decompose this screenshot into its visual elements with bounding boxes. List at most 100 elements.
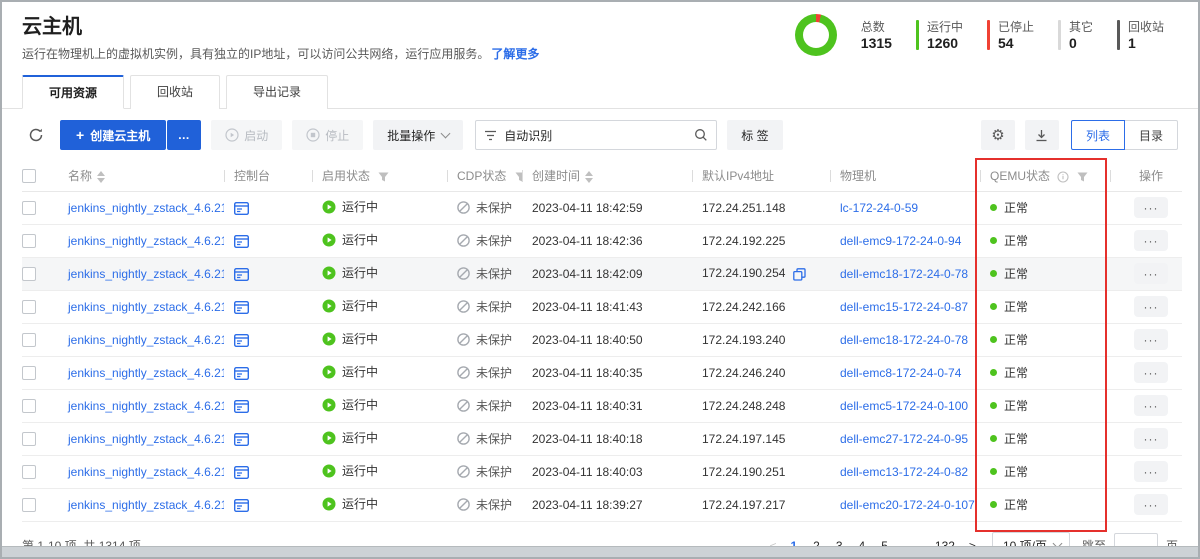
host-link[interactable]: dell-emc27-172-24-0-95 xyxy=(840,432,968,446)
prev-page-button[interactable]: < xyxy=(763,539,782,547)
row-actions-button[interactable]: ··· xyxy=(1134,395,1168,416)
vm-name-link[interactable]: jenkins_nightly_zstack_4.6.21_c79_l... xyxy=(68,465,224,479)
download-icon xyxy=(1035,129,1048,142)
page-number[interactable]: 132 xyxy=(929,539,961,547)
cdp-state-badge: 未保护 xyxy=(457,496,512,513)
console-icon[interactable] xyxy=(234,268,249,281)
host-link[interactable]: dell-emc18-172-24-0-78 xyxy=(840,267,968,281)
page-size-select[interactable]: 10 项/页 xyxy=(992,532,1070,547)
refresh-button[interactable] xyxy=(22,123,50,147)
vm-name-link[interactable]: jenkins_nightly_zstack_4.6.21_c79_l... xyxy=(68,267,224,281)
console-icon[interactable] xyxy=(234,400,249,413)
host-link[interactable]: dell-emc9-172-24-0-94 xyxy=(840,234,961,248)
create-vm-button[interactable]: +创建云主机 xyxy=(60,120,166,150)
create-vm-more-button[interactable]: … xyxy=(167,120,201,150)
refresh-icon xyxy=(28,127,44,143)
sort-icon xyxy=(585,171,593,183)
stat-bar xyxy=(1058,20,1061,50)
console-icon[interactable] xyxy=(234,301,249,314)
jump-page-input[interactable] xyxy=(1114,533,1158,547)
start-vm-button[interactable]: 启动 xyxy=(211,120,282,150)
host-link[interactable]: dell-emc20-172-24-0-107 xyxy=(840,498,975,512)
qemu-state-badge: 正常 xyxy=(990,232,1028,249)
row-checkbox[interactable] xyxy=(22,201,36,215)
tag-button[interactable]: 标 签 xyxy=(727,120,782,150)
row-checkbox[interactable] xyxy=(22,465,36,479)
row-actions-button[interactable]: ··· xyxy=(1134,263,1168,284)
host-link[interactable]: dell-emc8-172-24-0-74 xyxy=(840,366,961,380)
batch-operations-button[interactable]: 批量操作 xyxy=(373,120,463,150)
tab-export-records[interactable]: 导出记录 xyxy=(226,75,328,109)
vm-name-link[interactable]: jenkins_nightly_zstack_4.6.21_c79_l... xyxy=(68,498,224,512)
page-number[interactable]: 3 xyxy=(830,539,849,547)
row-actions-button[interactable]: ··· xyxy=(1134,197,1168,218)
console-icon[interactable] xyxy=(234,433,249,446)
header-cdp-state[interactable]: CDP状态 xyxy=(447,161,522,191)
vm-name-link[interactable]: jenkins_nightly_zstack_4.6.21_c76_l... xyxy=(68,366,224,380)
search-input[interactable]: 自动识别 xyxy=(475,120,717,150)
page-number[interactable]: 5 xyxy=(875,539,894,547)
console-icon[interactable] xyxy=(234,466,249,479)
settings-button[interactable]: ⚙ xyxy=(981,120,1015,150)
row-actions-button[interactable]: ··· xyxy=(1134,329,1168,350)
console-icon[interactable] xyxy=(234,367,249,380)
console-icon[interactable] xyxy=(234,235,249,248)
host-link[interactable]: dell-emc5-172-24-0-100 xyxy=(840,399,968,413)
row-actions-button[interactable]: ··· xyxy=(1134,494,1168,515)
gear-icon: ⚙ xyxy=(991,126,1004,144)
row-actions-button[interactable]: ··· xyxy=(1134,230,1168,251)
vm-table: 名称 控制台 启用状态 CDP状态 创建时间 默认IPv4地址 物理机 QEMU… xyxy=(22,161,1182,522)
console-icon[interactable] xyxy=(234,499,249,512)
host-link[interactable]: dell-emc15-172-24-0-87 xyxy=(840,300,968,314)
row-checkbox[interactable] xyxy=(22,267,36,281)
export-download-button[interactable] xyxy=(1025,120,1059,150)
vm-name-link[interactable]: jenkins_nightly_zstack_4.6.21_c76_l... xyxy=(68,234,224,248)
created-time: 2023-04-11 18:39:27 xyxy=(532,498,643,512)
running-icon xyxy=(322,365,336,379)
row-checkbox[interactable] xyxy=(22,498,36,512)
row-actions-button[interactable]: ··· xyxy=(1134,461,1168,482)
tab-available-resources[interactable]: 可用资源 xyxy=(22,75,124,109)
header-name[interactable]: 名称 xyxy=(58,161,224,191)
cdp-state-badge: 未保护 xyxy=(457,265,512,282)
vm-name-link[interactable]: jenkins_nightly_zstack_4.6.21_c79_l... xyxy=(68,333,224,347)
vm-name-link[interactable]: jenkins_nightly_zstack_4.6.21_c79_l... xyxy=(68,201,224,215)
host-link[interactable]: lc-172-24-0-59 xyxy=(840,201,918,215)
row-checkbox[interactable] xyxy=(22,333,36,347)
stat-label: 其它 xyxy=(1069,20,1093,34)
row-checkbox[interactable] xyxy=(22,300,36,314)
console-icon[interactable] xyxy=(234,202,249,215)
learn-more-link[interactable]: 了解更多 xyxy=(491,47,539,61)
page-number[interactable]: 4 xyxy=(853,539,872,547)
row-actions-button[interactable]: ··· xyxy=(1134,362,1168,383)
row-checkbox[interactable] xyxy=(22,399,36,413)
row-checkbox[interactable] xyxy=(22,366,36,380)
copy-icon[interactable] xyxy=(793,268,806,281)
console-icon[interactable] xyxy=(234,334,249,347)
select-all-checkbox[interactable] xyxy=(22,169,36,183)
vm-name-link[interactable]: jenkins_nightly_zstack_4.6.21_c79_l... xyxy=(68,432,224,446)
page-number[interactable]: 2 xyxy=(807,539,826,547)
tab-recycle-bin[interactable]: 回收站 xyxy=(130,75,220,109)
stop-vm-button[interactable]: 停止 xyxy=(292,120,363,150)
vm-name-link[interactable]: jenkins_nightly_zstack_4.6.21_c79_l... xyxy=(68,300,224,314)
table-row: jenkins_nightly_zstack_4.6.21_c79_l... 运… xyxy=(22,323,1182,356)
row-actions-button[interactable]: ··· xyxy=(1134,296,1168,317)
row-checkbox[interactable] xyxy=(22,432,36,446)
created-time: 2023-04-11 18:42:09 xyxy=(532,267,643,281)
view-catalog-button[interactable]: 目录 xyxy=(1124,120,1178,150)
row-checkbox[interactable] xyxy=(22,234,36,248)
ipv4-address: 172.24.246.240 xyxy=(702,366,785,380)
header-created-time[interactable]: 创建时间 xyxy=(522,161,692,191)
ipv4-address: 172.24.192.225 xyxy=(702,234,785,248)
page-number[interactable]: 1 xyxy=(784,539,803,547)
vm-name-link[interactable]: jenkins_nightly_zstack_4.6.21_c79_l... xyxy=(68,399,224,413)
host-link[interactable]: dell-emc13-172-24-0-82 xyxy=(840,465,968,479)
header-enable-state[interactable]: 启用状态 xyxy=(312,161,447,191)
view-list-button[interactable]: 列表 xyxy=(1071,120,1125,150)
host-link[interactable]: dell-emc18-172-24-0-78 xyxy=(840,333,968,347)
search-icon[interactable] xyxy=(694,128,708,142)
header-qemu-state[interactable]: QEMU状态 xyxy=(980,161,1110,191)
next-page-button[interactable]: > xyxy=(963,539,982,547)
row-actions-button[interactable]: ··· xyxy=(1134,428,1168,449)
